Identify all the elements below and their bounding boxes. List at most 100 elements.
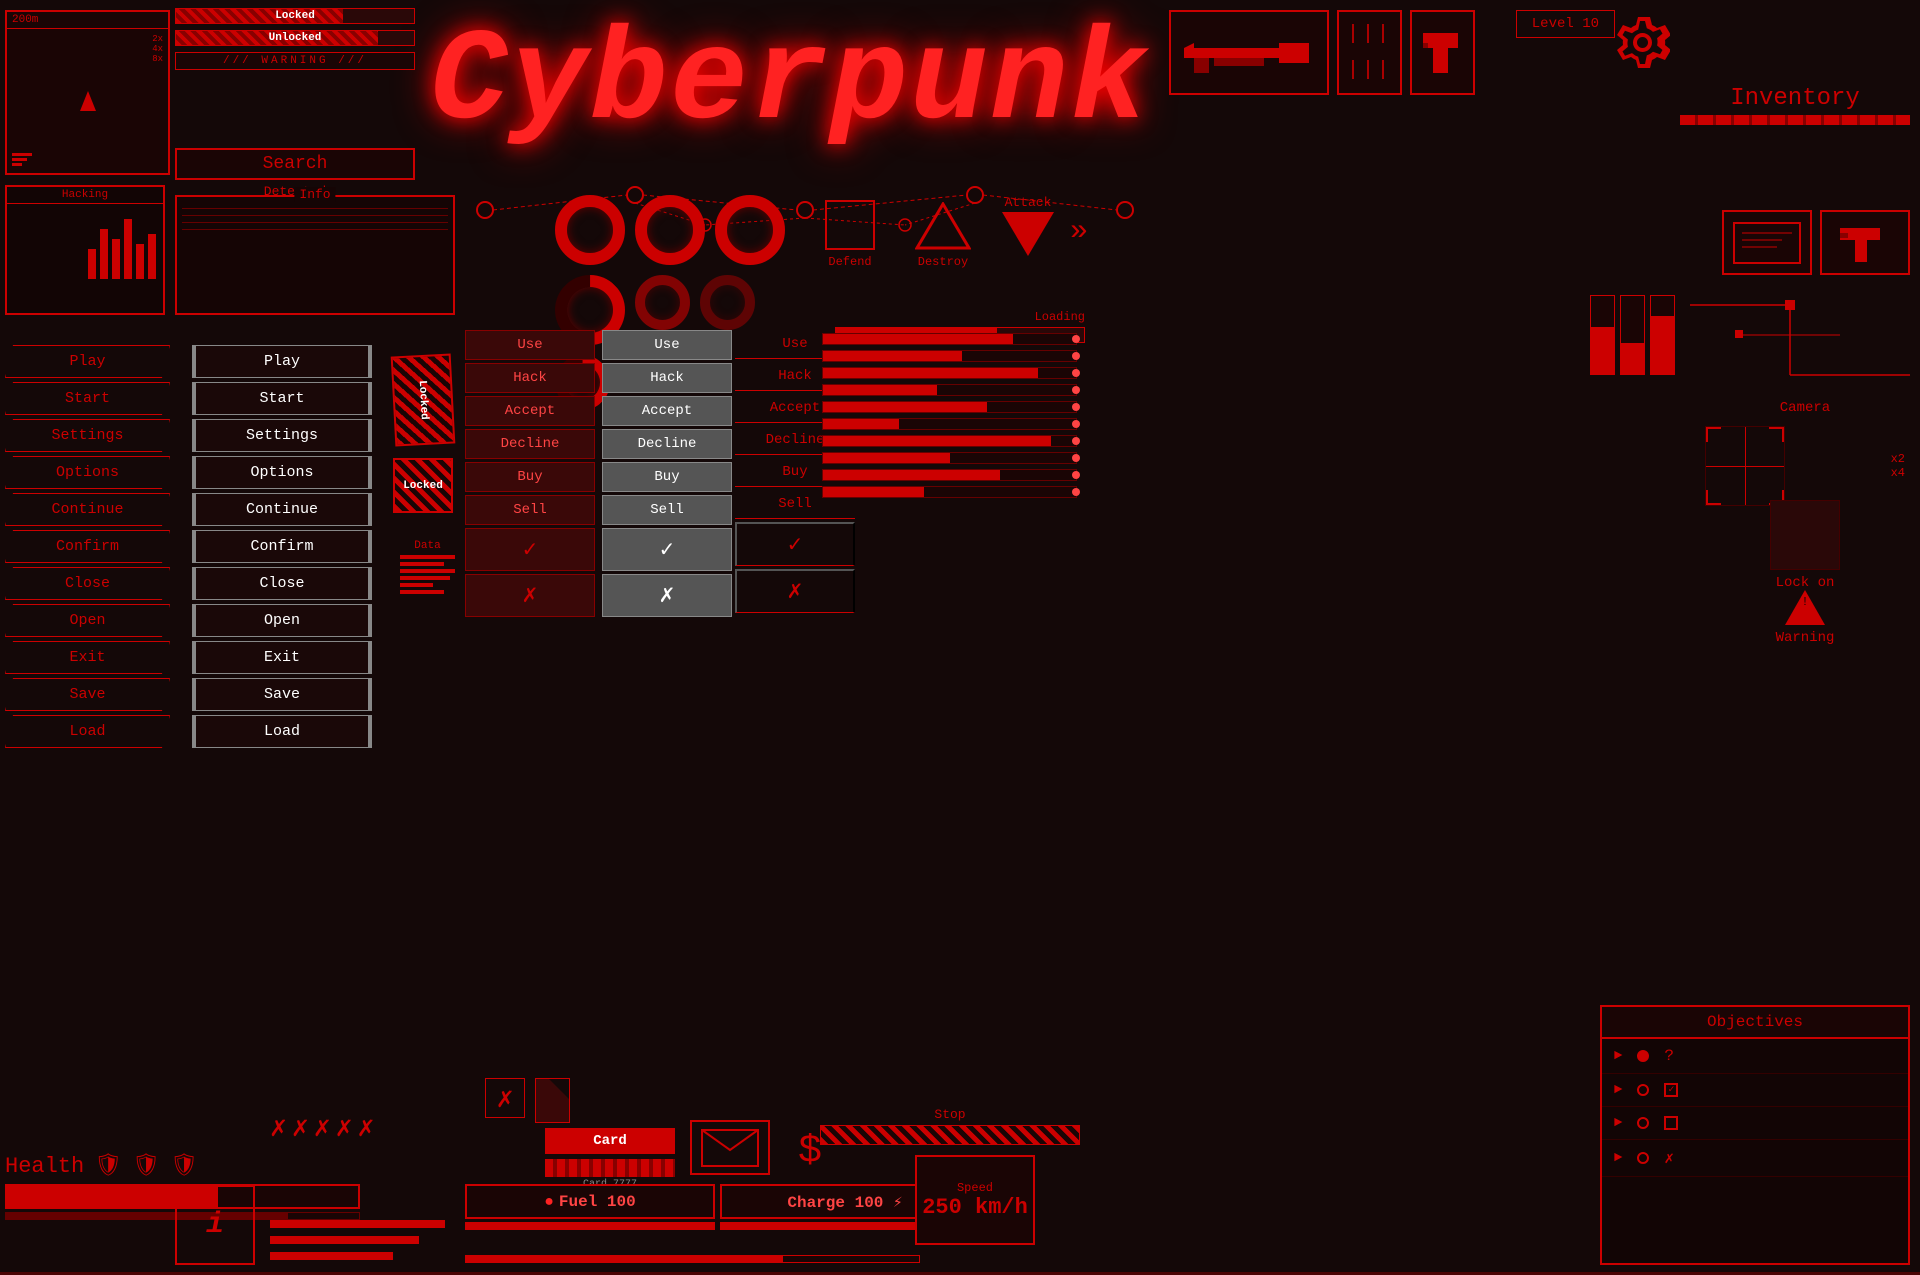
hack-button-dark[interactable]: Hack [465, 363, 595, 393]
settings-button-mid[interactable]: Settings [192, 419, 372, 452]
buy-button-gray[interactable]: Buy [602, 462, 732, 492]
destroy-label: Destroy [915, 255, 971, 269]
exit-button-left[interactable]: Exit [5, 641, 170, 674]
prog-bar-4 [822, 384, 1077, 396]
combat-icons: Defend Destroy [825, 200, 971, 269]
warning-text: Warning [1705, 630, 1905, 646]
weapons-panel: ||| ||| [1169, 10, 1475, 95]
locked-bar-row: Locked [175, 8, 415, 24]
use-button-dark[interactable]: Use [465, 330, 595, 360]
info-button[interactable]: i [175, 1185, 255, 1265]
buy-button-dark[interactable]: Buy [465, 462, 595, 492]
check-button-gray[interactable]: ✓ [602, 528, 732, 571]
level-badge: Level 10 [1516, 10, 1615, 38]
open-button-mid[interactable]: Open [192, 604, 372, 637]
lockon-box [1770, 500, 1840, 570]
card-area: ✗ Card Card 7777 [545, 1128, 675, 1190]
rifle-icon [1184, 28, 1314, 78]
fuel-sub-bar [465, 1222, 715, 1230]
x-mark-2: ✗ [292, 1110, 309, 1145]
btn-panel-gray: Use Hack Accept Decline Buy Sell ✓ ✗ [602, 330, 732, 617]
prog-bar-7 [822, 435, 1077, 447]
hacking-panel: Hacking [5, 185, 165, 315]
prog-bar-5 [822, 401, 1077, 413]
obj-question-icon: ? [1664, 1047, 1674, 1065]
mail-icon[interactable] [690, 1120, 770, 1175]
close-button-left[interactable]: Close [5, 567, 170, 600]
x-button-gray[interactable]: ✗ [602, 574, 732, 617]
objectives-panel: Objectives ► ? ► ✓ ► ► ✗ [1600, 1005, 1910, 1265]
x-button-dark[interactable]: ✗ [465, 574, 595, 617]
ammo-icon: ||| [1347, 23, 1392, 46]
defend-group: Defend [825, 200, 875, 269]
x-close-icon[interactable]: ✗ [485, 1078, 525, 1118]
load-button-left[interactable]: Load [5, 715, 170, 748]
play-button-mid[interactable]: Play [192, 345, 372, 378]
continue-button-left[interactable]: Continue [5, 493, 170, 526]
weapon-rifle-box [1169, 10, 1329, 95]
decline-button-gray[interactable]: Decline [602, 429, 732, 459]
obj-checkbox-1: ✓ [1664, 1083, 1678, 1097]
start-button-mid[interactable]: Start [192, 382, 372, 415]
close-button-mid[interactable]: Close [192, 567, 372, 600]
start-button-left[interactable]: Start [5, 382, 170, 415]
locked-bar: Locked [175, 8, 415, 24]
hack-button-gray[interactable]: Hack [602, 363, 732, 393]
save-button-left[interactable]: Save [5, 678, 170, 711]
ring-1 [555, 195, 625, 265]
ring-3 [715, 195, 785, 265]
weapon-pistol2-box [1820, 210, 1910, 275]
obj-arrow-icon-3: ► [1614, 1115, 1622, 1131]
btn-panel-left: Play Start Settings Options Continue Con… [5, 345, 170, 752]
obj-dot-2 [1637, 1084, 1649, 1096]
status-bars: Locked Unlocked /// WARNING /// [175, 8, 415, 70]
dash-lines-bottom [270, 1220, 445, 1260]
accept-button-dark[interactable]: Accept [465, 396, 595, 426]
camera-zoom: x2 x4 [1891, 452, 1905, 480]
obj-arrow-icon: ► [1614, 1048, 1622, 1064]
sell-button-dark[interactable]: Sell [465, 495, 595, 525]
confirm-button-left[interactable]: Confirm [5, 530, 170, 563]
camera-crosshairs [1705, 426, 1785, 506]
check-button-dark[interactable]: ✓ [465, 528, 595, 571]
lockon-label: Lock on [1705, 575, 1905, 591]
obj-x-icon: ✗ [1664, 1148, 1674, 1168]
prog-bar-3 [822, 367, 1077, 379]
document-icon [535, 1078, 570, 1123]
exit-button-mid[interactable]: Exit [192, 641, 372, 674]
accept-button-gray[interactable]: Accept [602, 396, 732, 426]
check-button-outline[interactable]: ✓ [735, 522, 855, 566]
use-button-gray[interactable]: Use [602, 330, 732, 360]
warning-area: ! Warning [1705, 590, 1905, 646]
options-button-left[interactable]: Options [5, 456, 170, 489]
hacking-label: Hacking [7, 187, 163, 204]
search-box[interactable]: Search [175, 148, 415, 180]
shield-icon-2: 🛡 [132, 1153, 160, 1179]
x-button-outline[interactable]: ✗ [735, 569, 855, 613]
fuel-label: Fuel 100 [559, 1193, 636, 1211]
card-button[interactable]: Card [545, 1128, 675, 1154]
unlocked-bar-row: Unlocked [175, 30, 415, 46]
decline-button-dark[interactable]: Decline [465, 429, 595, 459]
card-stripes [545, 1159, 675, 1177]
confirm-button-mid[interactable]: Confirm [192, 530, 372, 563]
load-button-mid[interactable]: Load [192, 715, 372, 748]
continue-button-mid[interactable]: Continue [192, 493, 372, 526]
prog-bar-10 [822, 486, 1077, 498]
play-button-left[interactable]: Play [5, 345, 170, 378]
obj-item-1: ► ? [1602, 1039, 1908, 1074]
gear-icon[interactable] [1615, 15, 1670, 83]
prog-bar-1 [822, 333, 1077, 345]
open-button-left[interactable]: Open [5, 604, 170, 637]
progress-bars-panel [822, 333, 1077, 503]
options-button-mid[interactable]: Options [192, 456, 372, 489]
data-badge: Data [400, 540, 455, 597]
info-i-icon: i [206, 1208, 224, 1242]
save-button-mid[interactable]: Save [192, 678, 372, 711]
slider-2 [1620, 295, 1645, 375]
locked-badge-2: Locked [393, 458, 453, 513]
locked-badge-text-2: Locked [403, 480, 443, 492]
ring-5 [635, 275, 690, 330]
settings-button-left[interactable]: Settings [5, 419, 170, 452]
sell-button-gray[interactable]: Sell [602, 495, 732, 525]
